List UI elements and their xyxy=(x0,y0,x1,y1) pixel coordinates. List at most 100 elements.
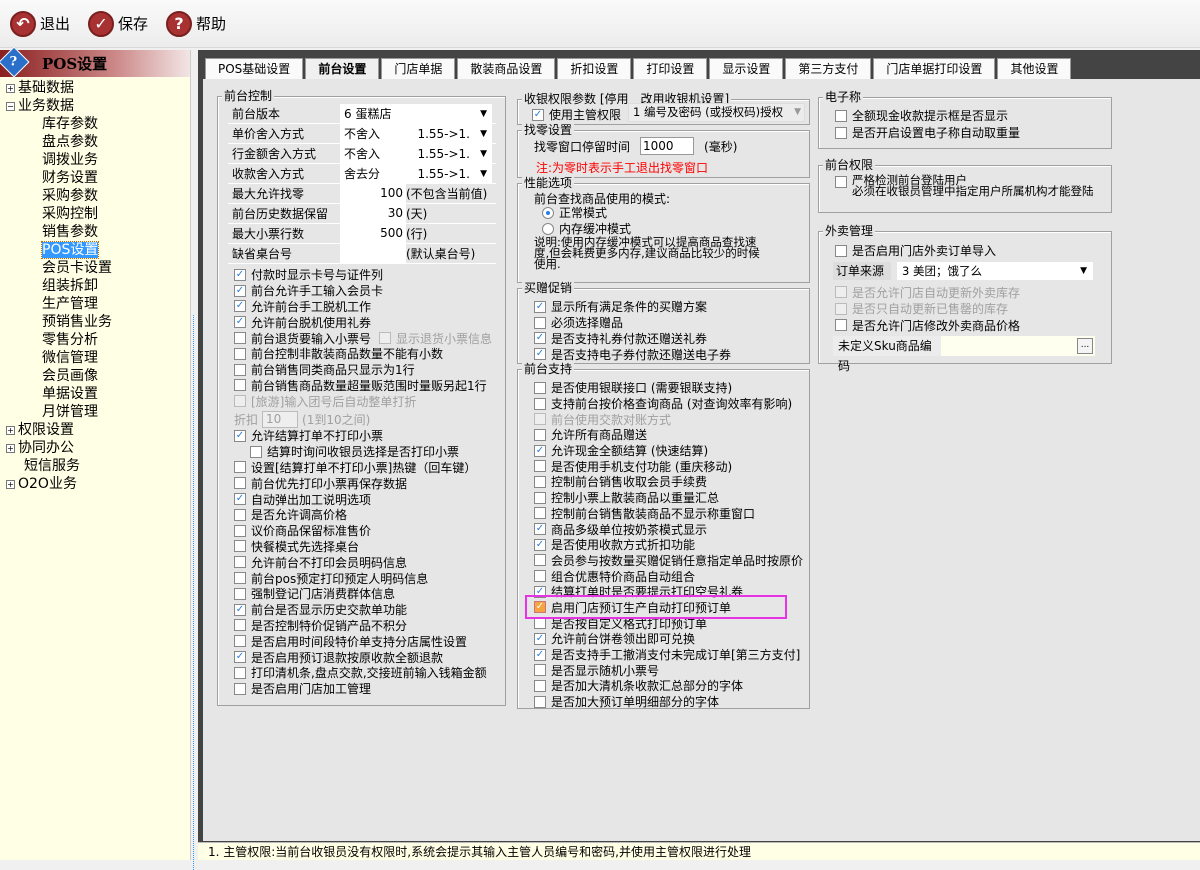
strict-login-checkbox[interactable]: 严格检测前台登陆用户 必须在收银员管理中指定用户所属机构才能登陆 xyxy=(835,174,1094,197)
checkbox-item[interactable]: ✓ 是否支持电子券付款还赠送电子券 xyxy=(534,346,731,362)
checkbox-box[interactable]: ✓ xyxy=(234,429,246,442)
tab[interactable]: 前台设置 xyxy=(305,58,380,79)
auth-mode-select[interactable]: 1 编号及密码 (或授权码)授权 ▼ xyxy=(628,103,805,122)
supervisor-permission-checkbox[interactable]: ✓ 使用主管权限 xyxy=(532,106,621,123)
checkbox-item[interactable]: 结算时询问收银员选择是否打印小票 xyxy=(234,444,487,460)
checkbox-box[interactable] xyxy=(234,508,246,521)
tree-item[interactable]: 盘点参数 xyxy=(0,133,192,151)
checkbox-box[interactable]: ✓ xyxy=(534,648,546,661)
checkbox-box[interactable] xyxy=(534,695,546,708)
checkbox-box[interactable] xyxy=(234,587,246,600)
expand-icon[interactable]: + xyxy=(6,84,15,93)
checkbox-item[interactable]: 前台pos预定打印预定人明码信息 xyxy=(234,570,487,586)
checkbox-box[interactable] xyxy=(234,666,246,679)
checkbox-box[interactable]: ✓ xyxy=(534,523,546,536)
checkbox-box[interactable] xyxy=(835,286,847,299)
checkbox-item[interactable]: 控制前台销售散装商品不显示称重窗口 xyxy=(534,506,803,522)
radio-option[interactable]: 正常模式 xyxy=(542,205,631,221)
checkbox-item[interactable]: 强制登记门店消费群体信息 xyxy=(234,586,487,602)
checkbox-box[interactable] xyxy=(234,635,246,648)
checkbox-item[interactable]: ✓ 是否支持手工撤消支付未完成订单[第三方支付] xyxy=(534,647,803,663)
tree-item[interactable]: 微信管理 xyxy=(0,349,192,367)
checkbox-item[interactable]: 前台使用交款对账方式 xyxy=(534,411,803,427)
change-time-input[interactable]: 1000 xyxy=(640,137,695,155)
expand-icon[interactable]: + xyxy=(6,444,15,453)
checkbox-box[interactable] xyxy=(835,244,847,257)
tab[interactable]: 散装商品设置 xyxy=(457,58,556,79)
tree-item[interactable]: 会员画像 xyxy=(0,367,192,385)
checkbox-item[interactable]: 是否允许门店修改外卖商品价格 xyxy=(835,317,1020,334)
tree-item[interactable]: 销售参数 xyxy=(0,223,192,241)
checkbox-box[interactable] xyxy=(534,507,546,520)
tree-item[interactable]: + 协同办公 xyxy=(0,439,192,457)
tree-item[interactable]: + 权限设置 xyxy=(0,421,192,439)
checkbox-box[interactable] xyxy=(234,347,246,360)
checkbox-item[interactable]: ✓ 显示所有满足条件的买赠方案 xyxy=(534,299,731,315)
checkbox-box[interactable] xyxy=(534,664,546,677)
checkbox-box[interactable] xyxy=(250,445,262,458)
checkbox-item[interactable]: ✓ 前台允许手工输入会员卡 xyxy=(234,283,492,299)
number-input[interactable]: 100 xyxy=(340,184,406,203)
tree-item[interactable]: 采购控制 xyxy=(0,205,192,223)
tree-item[interactable]: 生产管理 xyxy=(0,295,192,313)
tree-item[interactable]: 零售分析 xyxy=(0,331,192,349)
splitter[interactable] xyxy=(190,50,198,870)
checkbox-item[interactable]: 控制前台销售收取会员手续费 xyxy=(534,474,803,490)
checkbox-item[interactable]: ✓ 允许结算打单不打印小票 xyxy=(234,428,487,444)
tree-item[interactable]: 预销售业务 xyxy=(0,313,192,331)
checkbox-item[interactable]: 允许前台不打印会员明码信息 xyxy=(234,554,487,570)
radio-button[interactable] xyxy=(542,206,554,219)
dropdown-select[interactable]: 不舍入 1.55->1. ▼ xyxy=(340,124,492,143)
checkbox-box[interactable] xyxy=(234,379,246,392)
dropdown-select[interactable]: 不舍入 1.55->1. ▼ xyxy=(340,144,492,163)
checkbox-item[interactable]: 是否控制特价促销产品不积分 xyxy=(234,618,487,634)
dropdown-select[interactable]: 舍去分 1.55->1. ▼ xyxy=(340,164,492,183)
checkbox-box[interactable] xyxy=(534,381,546,394)
help-button[interactable]: ? 帮助 xyxy=(166,10,226,37)
checkbox-box[interactable] xyxy=(234,524,246,537)
checkbox-item[interactable]: 是否只自动更新已售罄的库存 xyxy=(835,301,1020,318)
tab[interactable]: 其他设置 xyxy=(997,58,1072,79)
checkbox-item[interactable]: 是否允许门店自动更新外卖库存 xyxy=(835,284,1020,301)
checkbox-item[interactable]: 是否使用银联接口 (需要银联支持) xyxy=(534,380,803,396)
checkbox-item[interactable]: 允许所有商品赠送 xyxy=(534,427,803,443)
tab[interactable]: 打印设置 xyxy=(633,58,708,79)
tree-item[interactable]: POS设置 xyxy=(0,241,192,259)
checkbox-box[interactable] xyxy=(234,461,246,474)
checkbox-item[interactable]: 必须选择赠品 xyxy=(534,315,731,331)
checkbox-box[interactable] xyxy=(234,572,246,585)
checkbox-box[interactable]: ✓ xyxy=(534,332,546,345)
checkbox-item[interactable]: 是否显示随机小票号 xyxy=(534,662,803,678)
checkbox-box[interactable]: ✓ xyxy=(234,284,246,297)
checkbox-item[interactable]: 是否启用时间段特价单支持分店属性设置 xyxy=(234,633,487,649)
checkbox-box[interactable] xyxy=(534,570,546,583)
expand-icon[interactable]: + xyxy=(6,480,15,489)
discount-input[interactable]: 10 xyxy=(262,410,299,428)
checkbox-item[interactable]: 前台销售同类商品只显示为1行 xyxy=(234,362,492,378)
checkbox-item[interactable]: ✓ 允许前台饼卷领出即可兑换 xyxy=(534,631,803,647)
checkbox-box[interactable] xyxy=(835,176,847,188)
tree-item[interactable]: 财务设置 xyxy=(0,169,192,187)
checkbox-box[interactable] xyxy=(234,395,246,408)
checkbox-box[interactable] xyxy=(234,477,246,490)
checkbox-item[interactable]: 前台退货要输入小票号 显示退货小票信息 xyxy=(234,330,492,346)
tab[interactable]: 第三方支付 xyxy=(785,58,872,79)
tab[interactable]: POS基础设置 xyxy=(205,58,304,79)
checkbox-item[interactable]: ✓ 商品多级单位按奶茶模式显示 xyxy=(534,521,803,537)
tree-item[interactable]: 调拨业务 xyxy=(0,151,192,169)
number-input[interactable] xyxy=(340,244,406,263)
checkbox-item[interactable]: ✓ 允许前台脱机使用礼券 xyxy=(234,314,492,330)
number-input[interactable]: 30 xyxy=(340,204,406,223)
checkbox-item[interactable]: ✓ 是否支持礼券付款还赠送礼券 xyxy=(534,331,731,347)
checkbox-box[interactable] xyxy=(234,682,246,695)
secondary-checkbox[interactable]: 显示退货小票信息 xyxy=(379,330,492,346)
checkbox-item[interactable]: 是否允许调高价格 xyxy=(234,507,487,523)
checkbox-box[interactable] xyxy=(234,619,246,632)
checkbox-box[interactable] xyxy=(835,109,847,122)
tree-item[interactable]: 月饼管理 xyxy=(0,403,192,421)
takeout-import-checkbox[interactable]: 是否启用门店外卖订单导入 xyxy=(835,243,996,259)
checkbox-item[interactable]: 支持前台按价格查询商品 (对查询效率有影响) xyxy=(534,396,803,412)
checkbox-box[interactable] xyxy=(534,397,546,410)
checkbox-box[interactable] xyxy=(835,302,847,315)
checkbox-box[interactable]: ✓ xyxy=(534,538,546,551)
